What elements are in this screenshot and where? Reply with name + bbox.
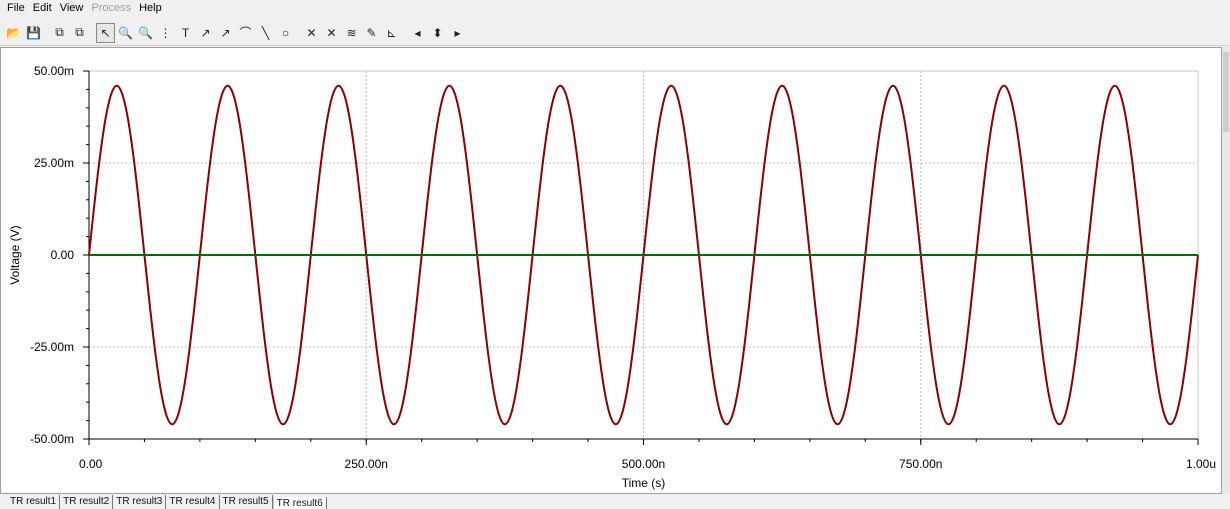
copy-icon: ⧉ [55, 25, 64, 39]
cursor-b-button[interactable]: ✕ [322, 23, 341, 43]
tab-tr-result4[interactable]: TR result4 [166, 495, 220, 509]
y-axis-label: Voltage (V) [8, 225, 22, 284]
probe-button[interactable]: ✎ [362, 23, 381, 43]
arrow-tool-icon: ⊾ [386, 25, 397, 40]
copy-button[interactable]: ⧉ [50, 23, 69, 43]
save-icon: 💾 [26, 25, 41, 40]
cursor-b-icon: ✕ [326, 25, 337, 40]
x-tick-label: 500.00n [622, 457, 665, 471]
text-button[interactable]: T [176, 23, 195, 43]
circle-button[interactable]: ○ [276, 23, 295, 43]
line-icon: ╲ [261, 25, 270, 40]
add-curves-button[interactable]: ≋ [342, 23, 361, 43]
circle-icon: ○ [281, 25, 290, 40]
line-button[interactable]: ╲ [256, 23, 275, 43]
x-tick-label: 0.00 [79, 457, 103, 471]
tab-tr-result5[interactable]: TR result5 [220, 495, 273, 509]
paste-special-icon: ⧉ [75, 25, 84, 39]
menu-file[interactable]: File [4, 0, 30, 17]
menu-help[interactable]: Help [136, 0, 167, 17]
x-tick-label: 250.00n [345, 457, 388, 471]
right-arrow-icon: ▸ [454, 25, 461, 40]
x-axis-label: Time (s) [622, 476, 666, 490]
y-tick-label: -50.00m [30, 432, 74, 446]
cursor-a-button[interactable]: ✕ [302, 23, 321, 43]
right-arrow-button[interactable]: ▸ [448, 23, 467, 43]
cursor-a-icon: ✕ [306, 25, 317, 40]
y-tick-label: 0.00 [51, 248, 75, 262]
left-arrow-button[interactable]: ◂ [408, 23, 427, 43]
waveform-chart: 0.00 250.00n 500.00n 750.00n 1.00u 50.00m 25.0… [8, 64, 1216, 490]
zoom-100-icon: 🔍 [138, 25, 153, 40]
paste-special-button[interactable]: ⧉ [70, 23, 89, 43]
menu-view[interactable]: View [57, 0, 89, 17]
zoom-in-button[interactable]: 🔍 [116, 23, 135, 43]
y-tick-label: 25.00m [34, 156, 74, 170]
menu-bar: File Edit View Process Help [0, 0, 1230, 17]
pointer-icon: ↖ [100, 25, 111, 40]
open-folder-button[interactable]: 📂 [4, 23, 23, 43]
menu-edit[interactable]: Edit [30, 0, 57, 17]
x-tick-label: 1.00u [1186, 457, 1216, 471]
open-folder-icon: 📂 [6, 25, 21, 40]
curve-label2-button[interactable]: ↗ [216, 23, 235, 43]
curve-label-button[interactable]: ↗ [196, 23, 215, 43]
y-tick-label: -25.00m [30, 340, 74, 354]
scrollbar-thumb[interactable] [1223, 52, 1229, 132]
pointer-button[interactable]: ↖ [96, 22, 115, 43]
save-button[interactable]: 💾 [24, 23, 43, 43]
probe-icon: ✎ [366, 25, 377, 40]
left-arrow-icon: ◂ [414, 25, 421, 40]
zoom-100-button[interactable]: 🔍 [136, 23, 155, 43]
menu-process[interactable]: Process [88, 0, 136, 17]
y-tick-label: 50.00m [34, 64, 74, 78]
text-icon: T [181, 25, 190, 40]
tab-tr-result1[interactable]: TR result1 [7, 495, 61, 509]
toolbar: 📂 💾 ⧉ ⧉ ↖ 🔍 🔍 ⋮ T ↗ ↗ ⌒ ╲ ○ ✕ ✕ ≋ ✎ ⊾ ◂ ⬍ ▸ [0, 20, 1230, 46]
tab-tr-result3[interactable]: TR result3 [113, 495, 167, 509]
tab-tr-result2[interactable]: TR result2 [60, 495, 114, 509]
curve-label2-icon: ↗ [220, 25, 231, 40]
result-tabs: TR result1 TR result2 TR result3 TR result4… [0, 495, 1230, 509]
curve-marker-icon: ⌒ [239, 26, 252, 40]
arrow-tool-button[interactable]: ⊾ [382, 23, 401, 43]
grid-icon: ⋮ [159, 25, 172, 40]
grid-button[interactable]: ⋮ [156, 23, 175, 43]
up-down-arrow-icon: ⬍ [432, 25, 443, 40]
zoom-in-icon: 🔍 [118, 25, 133, 40]
x-tick-label: 750.00n [899, 457, 942, 471]
tab-tr-result6[interactable]: TR result6 [272, 497, 327, 509]
add-curves-icon: ≋ [346, 25, 357, 40]
curve-marker-button[interactable]: ⌒ [236, 23, 255, 43]
plot-panel: 0.00 250.00n 500.00n 750.00n 1.00u 50.00m 25.0… [0, 47, 1222, 494]
up-down-arrow-button[interactable]: ⬍ [428, 23, 447, 43]
curve-label-icon: ↗ [200, 25, 211, 40]
